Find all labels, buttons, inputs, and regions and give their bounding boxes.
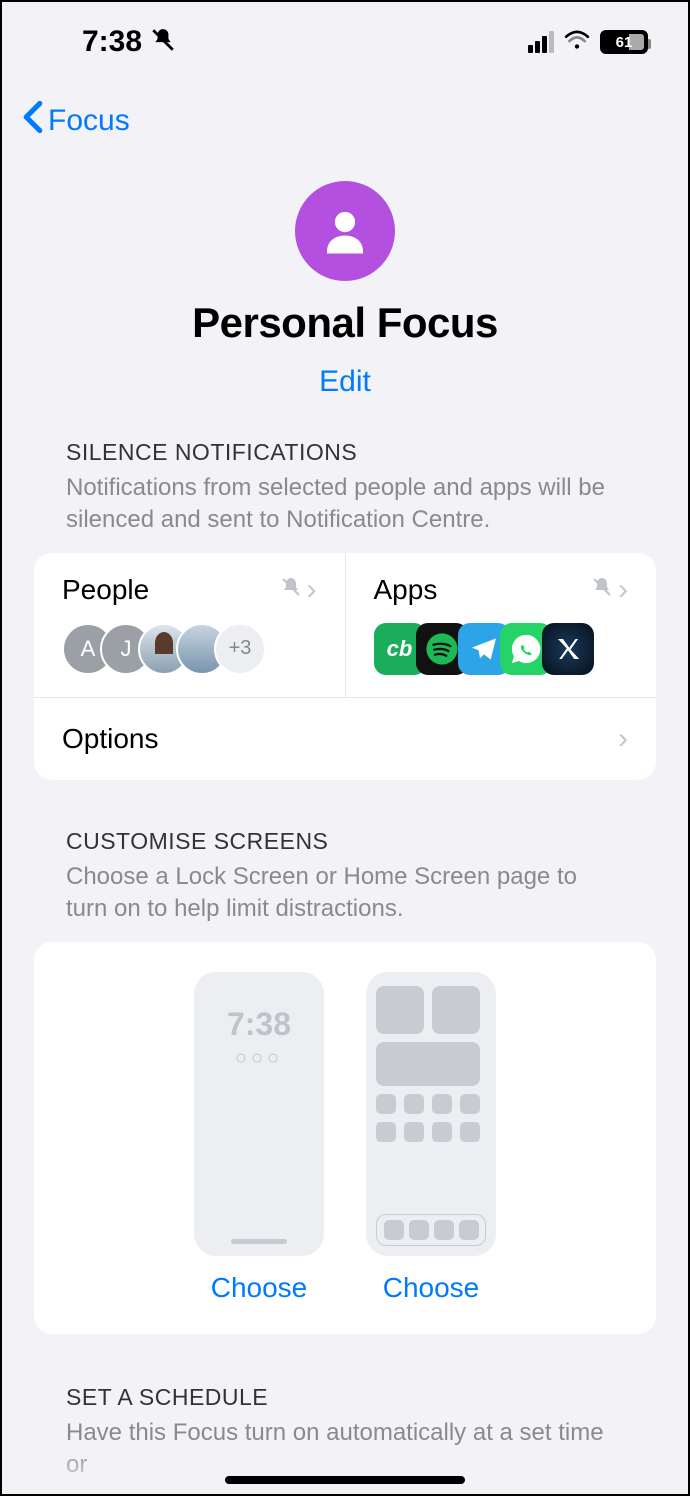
people-avatars: A J +3 bbox=[62, 623, 317, 675]
choose-lock-button[interactable]: Choose bbox=[211, 1272, 308, 1303]
silence-title: SILENCE NOTIFICATIONS bbox=[66, 439, 624, 466]
chevron-right-icon: › bbox=[307, 573, 317, 607]
schedule-section-header: SET A SCHEDULE Have this Focus turn on a… bbox=[2, 1334, 688, 1482]
bell-slash-icon bbox=[590, 575, 614, 604]
focus-avatar-icon bbox=[295, 181, 395, 281]
status-time: 7:38 bbox=[82, 25, 142, 59]
silent-icon bbox=[150, 27, 176, 58]
people-cell[interactable]: People › A J +3 bbox=[34, 553, 345, 697]
back-chevron-icon[interactable] bbox=[22, 100, 44, 141]
customise-title: CUSTOMISE SCREENS bbox=[66, 828, 624, 855]
home-screen-preview[interactable] bbox=[366, 972, 496, 1256]
mock-time: 7:38 bbox=[204, 1006, 314, 1043]
app-icons: cb bbox=[374, 623, 629, 675]
schedule-subtitle: Have this Focus turn on automatically at… bbox=[66, 1417, 624, 1482]
lock-screen-column: 7:38 ○○○ Choose bbox=[194, 972, 324, 1304]
lock-screen-preview[interactable]: 7:38 ○○○ bbox=[194, 972, 324, 1256]
silence-section-header: SILENCE NOTIFICATIONS Notifications from… bbox=[2, 439, 688, 537]
home-indicator[interactable] bbox=[225, 1476, 465, 1484]
edit-button[interactable]: Edit bbox=[319, 365, 371, 399]
choose-home-button[interactable]: Choose bbox=[383, 1272, 480, 1303]
app-icon bbox=[542, 623, 594, 675]
people-label: People bbox=[62, 574, 149, 606]
status-bar: 7:38 61 bbox=[2, 2, 688, 72]
silence-card: People › A J +3 Apps bbox=[34, 553, 656, 780]
home-screen-column: Choose bbox=[366, 972, 496, 1304]
avatar-more: +3 bbox=[214, 623, 266, 675]
silence-subtitle: Notifications from selected people and a… bbox=[66, 472, 624, 537]
chevron-right-icon: › bbox=[618, 722, 628, 756]
battery-level: 61 bbox=[616, 34, 633, 51]
apps-cell[interactable]: Apps › cb bbox=[345, 553, 657, 697]
focus-title: Personal Focus bbox=[2, 299, 688, 347]
mock-dots-icon: ○○○ bbox=[204, 1047, 314, 1070]
schedule-title: SET A SCHEDULE bbox=[66, 1384, 624, 1411]
chevron-right-icon: › bbox=[618, 573, 628, 607]
bell-slash-icon bbox=[279, 575, 303, 604]
status-right: 61 bbox=[528, 29, 648, 56]
apps-label: Apps bbox=[374, 574, 438, 606]
status-left: 7:38 bbox=[82, 25, 176, 59]
customise-subtitle: Choose a Lock Screen or Home Screen page… bbox=[66, 861, 624, 926]
battery-icon: 61 bbox=[600, 30, 648, 54]
wifi-icon bbox=[564, 29, 590, 56]
focus-header: Personal Focus Edit bbox=[2, 151, 688, 439]
cellular-icon bbox=[528, 31, 554, 53]
back-button[interactable]: Focus bbox=[48, 104, 130, 138]
customise-section-header: CUSTOMISE SCREENS Choose a Lock Screen o… bbox=[2, 828, 688, 926]
options-row[interactable]: Options › bbox=[34, 697, 656, 780]
nav-bar: Focus bbox=[2, 72, 688, 151]
customise-card: 7:38 ○○○ Choose Choose bbox=[34, 942, 656, 1334]
options-label: Options bbox=[62, 723, 159, 755]
